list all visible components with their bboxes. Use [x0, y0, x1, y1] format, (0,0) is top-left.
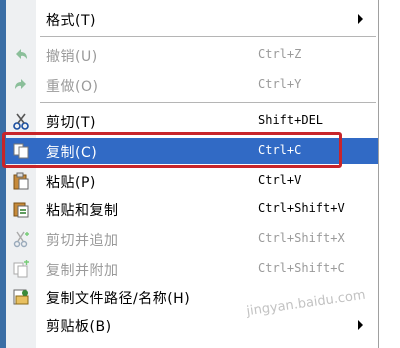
menu-item-paste-and-copy[interactable]: 粘贴和复制 Ctrl+Shift+V	[6, 196, 378, 222]
submenu-arrow-icon	[358, 14, 363, 24]
submenu-arrow-icon	[358, 320, 363, 330]
cut-append-icon	[12, 230, 30, 248]
background-area	[379, 0, 400, 348]
redo-icon	[12, 76, 30, 94]
menu-separator	[40, 102, 376, 103]
paste-copy-icon	[12, 200, 30, 218]
menu-item-label: 复制并附加	[46, 263, 119, 279]
menu-item-undo[interactable]: 撤销(U) Ctrl+Z	[6, 42, 378, 68]
menu-item-label: 撤销(U)	[46, 49, 98, 65]
scissors-icon	[12, 112, 30, 130]
menu-item-label: 复制(C)	[46, 145, 98, 161]
menu-item-cut[interactable]: 剪切(T) Shift+DEL	[6, 108, 378, 134]
menu-item-copy[interactable]: 复制(C) Ctrl+C	[6, 138, 378, 164]
menu-item-paste[interactable]: 粘贴(P) Ctrl+V	[6, 168, 378, 194]
menu-item-shortcut: Shift+DEL	[258, 113, 324, 127]
menu-item-shortcut: Ctrl+Shift+V	[258, 201, 345, 215]
menu-item-shortcut: Ctrl+C	[258, 143, 302, 157]
menu-item-label: 剪贴板(B)	[46, 319, 112, 335]
menu-item-label: 复制文件路径/名称(H)	[46, 291, 191, 307]
copy-path-icon	[12, 288, 30, 306]
menu-item-label: 剪切(T)	[46, 115, 96, 131]
menu-item-label: 格式(T)	[46, 13, 96, 29]
menu-item-label: 粘贴和复制	[46, 203, 119, 219]
menu-item-shortcut: Ctrl+Z	[258, 47, 302, 61]
menu-item-label: 剪切并追加	[46, 233, 119, 249]
menu-item-label: 粘贴(P)	[46, 175, 96, 191]
menu-item-shortcut: Ctrl+Y	[258, 77, 302, 91]
menu-item-label: 重做(O)	[46, 79, 99, 95]
menu-item-redo[interactable]: 重做(O) Ctrl+Y	[6, 72, 378, 98]
menu-item-format[interactable]: 格式(T)	[6, 6, 378, 32]
menu-item-shortcut: Ctrl+Shift+C	[258, 261, 345, 275]
menu-item-shortcut: Ctrl+V	[258, 173, 302, 187]
menu-item-cut-append[interactable]: 剪切并追加 Ctrl+Shift+X	[6, 226, 378, 252]
undo-icon	[12, 46, 30, 64]
copy-append-icon	[12, 260, 30, 278]
copy-icon	[12, 142, 30, 160]
menu-item-clipboard[interactable]: 剪贴板(B)	[6, 312, 378, 338]
paste-icon	[12, 172, 30, 190]
menu-item-copy-append[interactable]: 复制并附加 Ctrl+Shift+C	[6, 256, 378, 282]
menu-separator	[40, 36, 376, 37]
menu-item-shortcut: Ctrl+Shift+X	[258, 231, 345, 245]
